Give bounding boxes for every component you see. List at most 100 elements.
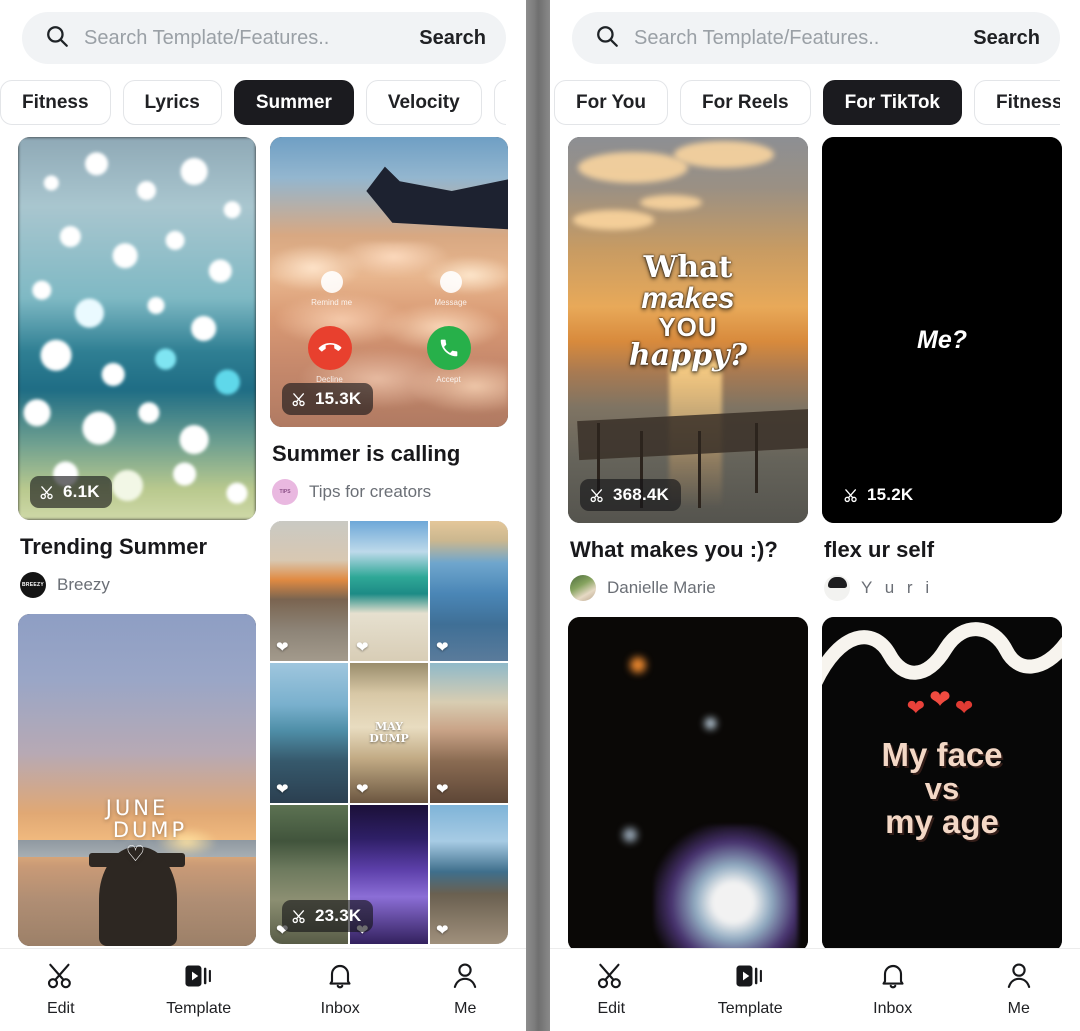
card-author-row[interactable]: Danielle Marie xyxy=(570,574,806,601)
search-icon xyxy=(44,23,70,54)
card-author-row[interactable]: TIPS Tips for creators xyxy=(272,478,506,505)
card-thumbnail[interactable]: ❤ ❤ ❤ ❤ MAYDUMP ❤ ❤ ❤ ❤ ❤ xyxy=(270,520,508,945)
nav-item-me[interactable]: Me xyxy=(449,959,481,1018)
bottom-navigation-bar[interactable]: Edit Template Inbox Me xyxy=(550,948,1080,1031)
cloud xyxy=(572,210,655,230)
alarm-icon xyxy=(320,270,343,293)
person-icon xyxy=(1003,959,1035,993)
nav-item-me[interactable]: Me xyxy=(1003,959,1035,1018)
call-label: Accept xyxy=(436,375,461,385)
call-label: Message xyxy=(434,297,467,307)
usage-count-value: 6.1K xyxy=(63,482,100,502)
chip-for-you[interactable]: For You xyxy=(554,80,669,125)
search-button[interactable]: Search xyxy=(973,27,1040,50)
card-thumbnail[interactable]: Me? 15.2K xyxy=(822,137,1062,524)
scissors-icon xyxy=(595,959,627,993)
chip-for-reels[interactable]: For Reels xyxy=(680,80,811,125)
search-bar[interactable]: Search xyxy=(572,12,1060,64)
avatar xyxy=(824,574,850,601)
usage-count-value: 15.3K xyxy=(315,389,362,409)
nav-item-template[interactable]: Template xyxy=(718,959,783,1018)
template-play-icon xyxy=(734,959,766,993)
bokeh-water-artwork xyxy=(18,137,256,521)
search-bar[interactable]: Search xyxy=(22,12,506,64)
chip-lyrics[interactable]: Lyrics xyxy=(122,80,222,125)
chip-fitness[interactable]: Fitness xyxy=(0,80,111,125)
category-chip-row[interactable]: Fitness Lyrics Summer Velocity Friends xyxy=(0,64,506,137)
template-card-trending-summer[interactable]: 6.1K Trending Summer BREEZY Breezy xyxy=(18,137,256,598)
search-input[interactable] xyxy=(84,26,406,50)
nav-item-edit[interactable]: Edit xyxy=(595,959,627,1018)
card-author-name: Y u r i xyxy=(861,577,934,597)
call-message: Message xyxy=(434,270,467,307)
heart-icon: ❤ xyxy=(929,683,955,714)
bottom-navigation-bar[interactable]: Edit Template Inbox Me xyxy=(0,948,526,1031)
template-card-flex-ur-self[interactable]: Me? 15.2K flex ur self Y u r i xyxy=(822,137,1062,601)
hearts-row: ❤❤❤ xyxy=(822,684,1062,722)
scissors-icon xyxy=(589,487,606,504)
card-title: flex ur self xyxy=(824,537,935,563)
card-thumbnail[interactable]: 6.1K xyxy=(18,137,256,521)
nav-item-edit[interactable]: Edit xyxy=(45,959,77,1018)
search-area-right: Search For You For Reels For TikTok Fitn… xyxy=(550,0,1080,137)
usage-count-badge: 6.1K xyxy=(30,476,112,509)
scissors-icon xyxy=(291,391,308,408)
chip-for-tiktok[interactable]: For TikTok xyxy=(822,80,962,125)
overlay-line-3: my age xyxy=(885,803,999,841)
heart-icon: ❤ xyxy=(276,638,289,656)
search-input[interactable] xyxy=(634,26,960,50)
collage-cell: ❤ xyxy=(270,520,348,661)
heart-icon: ❤ xyxy=(954,694,978,720)
card-author-row[interactable]: BREEZY Breezy xyxy=(20,571,254,598)
heart-icon: ❤ xyxy=(356,780,369,798)
collage-cell: MAY DUMP ❤ xyxy=(350,662,428,803)
collage-cell: ❤ xyxy=(430,520,508,661)
dual-screenshot-stage: Search Fitness Lyrics Summer Velocity Fr… xyxy=(0,0,1080,1031)
template-card-what-makes-you-happy[interactable]: What makes YOU happy? 368.4K What makes … xyxy=(568,137,808,601)
overlay-line-2: vs xyxy=(924,770,960,806)
template-card-my-face-vs-my-age[interactable]: ❤❤❤ My face vs my age xyxy=(822,616,1062,953)
category-chip-row[interactable]: For You For Reels For TikTok Fitness Lyr… xyxy=(554,64,1060,137)
avatar: TIPS xyxy=(272,478,298,505)
scissors-icon xyxy=(45,959,77,993)
card-thumbnail[interactable]: ❤❤❤ My face vs my age xyxy=(822,616,1062,953)
pier-structure xyxy=(576,409,808,461)
scissors-icon xyxy=(39,484,56,501)
card-thumbnail[interactable]: What makes YOU happy? 368.4K xyxy=(568,137,808,524)
card-thumbnail[interactable]: Remind me Message Decline Accept 15.3K xyxy=(270,137,508,428)
overlay-line-1: What xyxy=(643,249,733,285)
nav-label: Inbox xyxy=(320,999,360,1017)
face-overlay-text: My face vs my age xyxy=(822,737,1062,841)
template-card-night-phone[interactable] xyxy=(568,616,808,953)
chip-summer[interactable]: Summer xyxy=(233,80,354,125)
heart-icon: ❤ xyxy=(436,638,449,656)
template-card-june-dump[interactable]: JUNE DUMP ♡ xyxy=(18,613,256,947)
light-spark xyxy=(623,828,638,843)
feed-column-2: Remind me Message Decline Accept 15.3K S… xyxy=(270,137,508,975)
me-overlay-text: Me? xyxy=(917,326,967,355)
card-author-name: Breezy xyxy=(57,574,110,594)
scissors-icon xyxy=(843,487,860,504)
card-thumbnail[interactable] xyxy=(568,616,808,953)
heart-icon: ❤ xyxy=(356,638,369,656)
nav-label: Inbox xyxy=(873,999,913,1017)
template-feed[interactable]: What makes YOU happy? 368.4K What makes … xyxy=(550,137,1080,975)
nav-item-inbox[interactable]: Inbox xyxy=(873,959,912,1018)
chip-fitness[interactable]: Fitness xyxy=(974,80,1060,125)
scissors-icon xyxy=(291,908,308,925)
overlay-line-4: happy? xyxy=(628,337,748,373)
cloud xyxy=(577,152,688,184)
heart-icon: ♡ xyxy=(125,841,149,867)
chip-friends[interactable]: Friends xyxy=(493,80,506,125)
card-thumbnail[interactable]: JUNE DUMP ♡ xyxy=(18,613,256,947)
template-card-may-dump-collage[interactable]: ❤ ❤ ❤ ❤ MAYDUMP ❤ ❤ ❤ ❤ ❤ xyxy=(270,520,508,945)
template-feed[interactable]: 6.1K Trending Summer BREEZY Breezy JUNE … xyxy=(0,137,526,975)
nav-item-template[interactable]: Template xyxy=(166,959,231,1018)
nav-item-inbox[interactable]: Inbox xyxy=(321,959,360,1018)
collage-overlay-text: MAY DUMP xyxy=(369,720,409,745)
template-card-summer-is-calling[interactable]: Remind me Message Decline Accept 15.3K S… xyxy=(270,137,508,505)
feed-column-2: Me? 15.2K flex ur self Y u r i ❤❤❤ My fa… xyxy=(822,137,1062,975)
search-button[interactable]: Search xyxy=(419,27,486,50)
chip-velocity[interactable]: Velocity xyxy=(365,80,482,125)
card-author-row[interactable]: Y u r i xyxy=(824,574,1060,601)
